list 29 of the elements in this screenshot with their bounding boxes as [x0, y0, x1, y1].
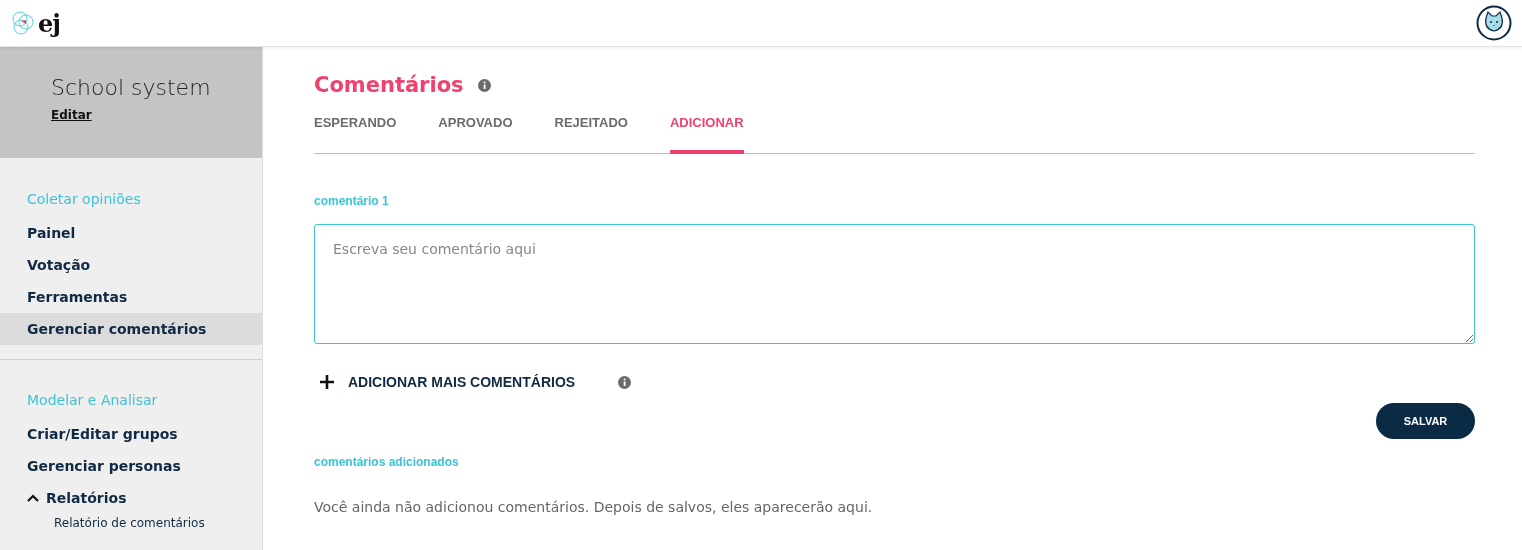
tab[interactable]: ADICIONAR: [669, 111, 744, 154]
sidebar-item[interactable]: Ferramentas: [0, 281, 262, 313]
edit-link[interactable]: Editar: [51, 108, 92, 122]
sidebar-item[interactable]: Gerenciar comentários: [0, 313, 262, 345]
info-icon[interactable]: [618, 376, 631, 389]
section-heading: Modelar e Analisar: [26, 392, 159, 410]
page-title: Comentários: [314, 73, 464, 97]
cat-avatar-icon[interactable]: [1476, 5, 1512, 41]
info-icon[interactable]: [477, 78, 491, 92]
save-button[interactable]: SALVAR: [1376, 403, 1475, 439]
sidebar-item[interactable]: Votação: [0, 249, 262, 281]
plus-icon: [320, 375, 334, 389]
empty-message: Você ainda não adicionou comentários. Depois de salvos, eles aparecerão aqui.: [314, 499, 873, 515]
project-title: School system: [51, 75, 211, 100]
sidebar-item[interactable]: Gerenciar personas: [0, 450, 262, 482]
logo-icon: [11, 9, 37, 37]
add-more-comments-button[interactable]: ADICIONAR MAIS COMENTÁRIOS: [314, 370, 582, 394]
sidebar-item[interactable]: Criar/Editar grupos: [0, 418, 262, 450]
section-label: comentários adicionados: [314, 455, 459, 469]
sidebar-item[interactable]: Relatórios: [0, 482, 262, 514]
tab[interactable]: APROVADO: [438, 111, 513, 154]
sidebar-item[interactable]: Painel: [0, 217, 262, 249]
field-label: comentário 1: [314, 194, 389, 208]
comment-field[interactable]: Escreva seu comentário aqui: [314, 224, 1475, 344]
section-heading: Coletar opiniões: [26, 191, 142, 209]
sidebar-subitem[interactable]: Relatório de comentários: [0, 514, 262, 530]
tab[interactable]: REJEITADO: [554, 111, 628, 154]
logo-text[interactable]: ej: [38, 8, 60, 38]
tab[interactable]: ESPERANDO: [314, 111, 397, 154]
